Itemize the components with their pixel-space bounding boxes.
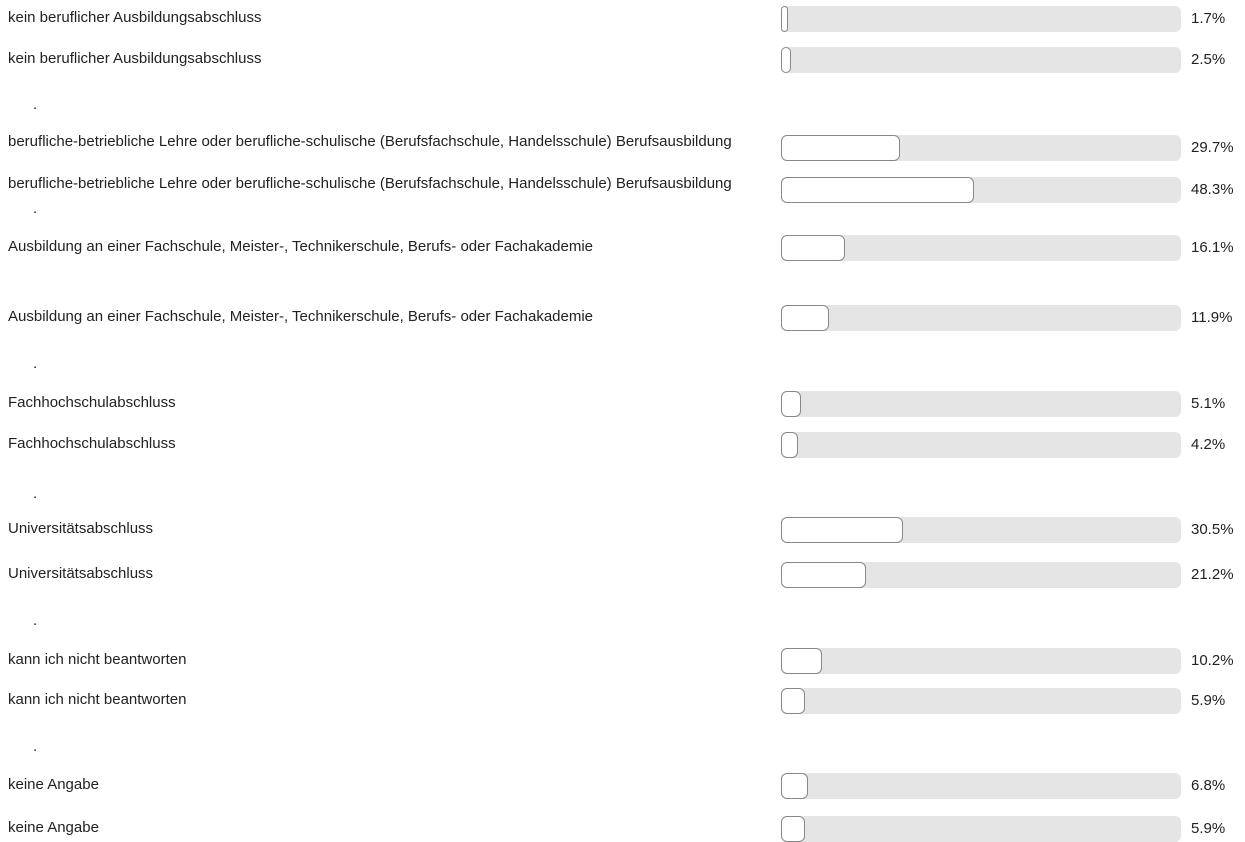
bar-fill [781,517,903,543]
bar-track [781,517,1181,543]
group-separator: . [33,612,38,629]
bar-fill [781,135,900,161]
bar-value-label: 2.5% [1191,51,1226,68]
bar-label: kann ich nicht beantworten [8,651,187,668]
bar-value-label: 5.9% [1191,820,1226,837]
bar-track [781,562,1181,588]
bar-label: berufliche-betriebliche Lehre oder beruf… [8,133,732,150]
bar-value-label: 6.8% [1191,777,1226,794]
group-separator: . [33,200,38,217]
group-separator: . [33,485,38,502]
bar-track [781,177,1181,203]
bar-fill [781,47,791,73]
bar-fill [781,305,829,331]
bar-label: berufliche-betriebliche Lehre oder beruf… [8,175,732,192]
bar-track [781,773,1181,799]
bar-label: Universitätsabschluss [8,520,154,537]
bar-value-label: 4.2% [1191,436,1226,453]
bar-label: Fachhochschulabschluss [8,394,176,411]
bar-value-label: 11.9% [1191,309,1233,326]
group-separator: . [33,738,38,755]
bar-value-label: 21.2% [1191,566,1234,583]
bar-track [781,235,1181,261]
bar-value-label: 5.1% [1191,395,1226,412]
bar-fill [781,432,798,458]
bar-fill [781,391,801,417]
bar-value-label: 30.5% [1191,521,1234,538]
bar-track [781,688,1181,714]
group-separator: . [33,355,38,372]
bar-track [781,648,1181,674]
bar-fill [781,177,974,203]
bar-track [781,391,1181,417]
bar-value-label: 29.7% [1191,139,1234,156]
bar-label: kein beruflicher Ausbildungsabschluss [8,50,262,67]
bar-track [781,47,1181,73]
bar-fill [781,688,805,714]
bar-value-label: 48.3% [1191,181,1234,198]
bar-fill [781,773,808,799]
bar-label: Universitätsabschluss [8,565,154,582]
bar-label: Fachhochschulabschluss [8,435,176,452]
bar-fill [781,562,866,588]
bar-fill [781,648,822,674]
bar-track [781,135,1181,161]
bar-value-label: 5.9% [1191,692,1226,709]
bar-value-label: 16.1% [1191,239,1234,256]
bar-label: keine Angabe [8,819,99,836]
bar-label: kein beruflicher Ausbildungsabschluss [8,9,262,26]
bar-track [781,432,1181,458]
bar-track [781,6,1181,32]
bar-label: keine Angabe [8,776,99,793]
bar-track [781,816,1181,842]
bar-value-label: 1.7% [1191,10,1226,27]
bar-fill [781,816,805,842]
bar-label: Ausbildung an einer Fachschule, Meister-… [8,308,594,325]
bar-value-label: 10.2% [1191,652,1234,669]
bar-fill [781,235,845,261]
bar-label: Ausbildung an einer Fachschule, Meister-… [8,238,594,255]
bar-fill [781,6,788,32]
bar-label: kann ich nicht beantworten [8,691,187,708]
group-separator: . [33,96,38,113]
bar-track [781,305,1181,331]
